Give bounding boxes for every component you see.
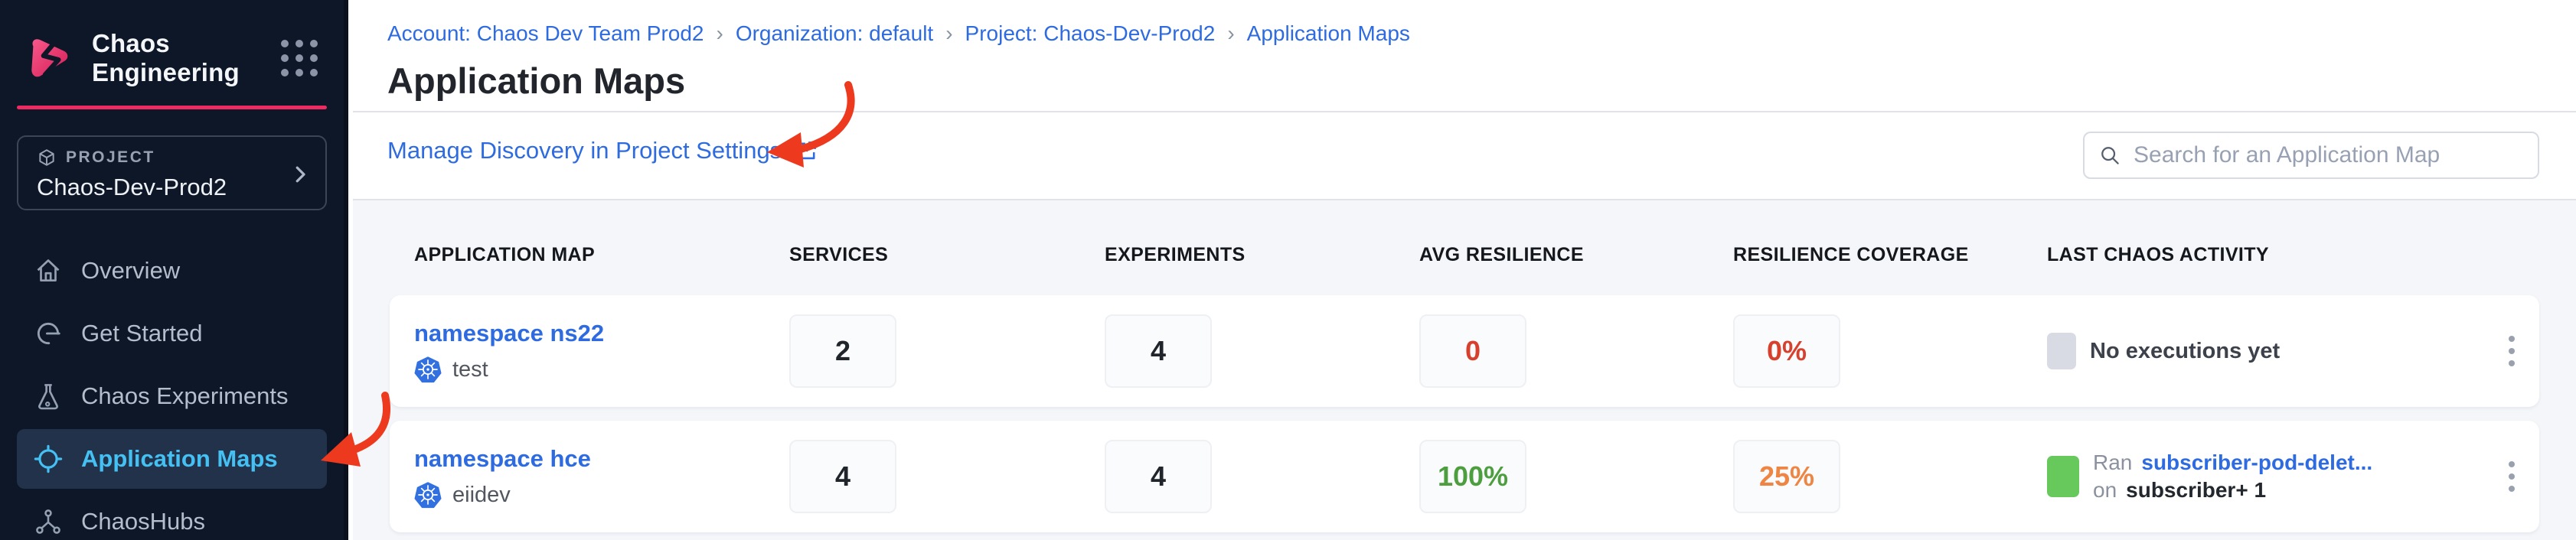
environment-name: eiidev	[452, 483, 511, 508]
avg-resilience-value: 100%	[1419, 440, 1526, 513]
environment-name: test	[452, 357, 488, 382]
column-header-application-map: APPLICATION MAP	[414, 243, 789, 266]
services-count: 2	[789, 314, 896, 388]
breadcrumb-account[interactable]: Account: Chaos Dev Team Prod2	[387, 21, 704, 46]
sidebar-item-overview[interactable]: Overview	[0, 241, 344, 301]
app-switcher-grid-icon[interactable]	[281, 40, 318, 76]
external-link-icon	[794, 138, 820, 164]
kubernetes-icon	[414, 356, 442, 383]
breadcrumb: Account: Chaos Dev Team Prod2 › Organiza…	[353, 0, 2576, 46]
application-map-cell: namespace ns22	[414, 319, 789, 383]
project-label: PROJECT	[66, 148, 155, 167]
harness-chaos-logo-icon	[21, 34, 75, 82]
sidebar-item-chaoshubs[interactable]: ChaosHubs	[0, 492, 344, 540]
breadcrumb-project[interactable]: Project: Chaos-Dev-Prod2	[965, 21, 1216, 46]
resilience-coverage-value: 0%	[1733, 314, 1840, 388]
sidebar-item-label: Application Maps	[81, 445, 278, 473]
app-title: Chaos Engineering	[92, 29, 264, 87]
table-row[interactable]: namespace hce	[390, 421, 2539, 532]
services-count: 4	[789, 440, 896, 513]
activity-on-label: on	[2093, 478, 2117, 503]
resilience-coverage-value: 25%	[1733, 440, 1840, 513]
row-options-menu-icon[interactable]	[2509, 461, 2519, 492]
search-icon	[2098, 144, 2121, 167]
breadcrumb-separator: ›	[1226, 21, 1236, 46]
column-header-experiments: EXPERIMENTS	[1105, 243, 1419, 266]
project-selector[interactable]: PROJECT Chaos-Dev-Prod2	[17, 135, 327, 210]
sidebar-header: Chaos Engineering	[0, 0, 344, 87]
row-options-menu-icon[interactable]	[2509, 336, 2519, 366]
status-square-none	[2047, 333, 2076, 369]
sidebar-item-get-started[interactable]: Get Started	[0, 304, 344, 363]
get-started-icon	[34, 319, 63, 348]
breadcrumb-separator: ›	[944, 21, 954, 46]
project-name: Chaos-Dev-Prod2	[37, 174, 310, 201]
manage-discovery-link[interactable]: Manage Discovery in Project Settings	[387, 137, 820, 164]
table-row[interactable]: namespace ns22	[390, 295, 2539, 407]
activity-ran-label: Ran	[2093, 451, 2132, 475]
column-header-last-chaos-activity: LAST CHAOS ACTIVITY	[2047, 243, 2458, 266]
column-header-resilience-coverage: RESILIENCE COVERAGE	[1733, 243, 2047, 266]
experiments-count: 4	[1105, 440, 1212, 513]
sidebar-item-chaos-experiments[interactable]: Chaos Experiments	[0, 366, 344, 426]
manage-discovery-label: Manage Discovery in Project Settings	[387, 137, 782, 164]
page-title: Application Maps	[353, 46, 2576, 102]
sidebar: Chaos Engineering PROJECT Chaos-Dev-Prod…	[0, 0, 348, 540]
activity-text: No executions yet	[2090, 339, 2280, 364]
breadcrumb-organization[interactable]: Organization: default	[736, 21, 933, 46]
home-icon	[34, 256, 63, 285]
application-map-link[interactable]: namespace ns22	[414, 319, 789, 348]
brand-accent-divider	[17, 106, 327, 109]
status-square-success	[2047, 456, 2079, 497]
search-box	[2083, 132, 2539, 179]
last-chaos-activity-cell: No executions yet	[2047, 333, 2458, 369]
activity-target: subscriber+ 1	[2126, 478, 2266, 503]
experiments-count: 4	[1105, 314, 1212, 388]
main-area: Account: Chaos Dev Team Prod2 › Organiza…	[353, 0, 2576, 540]
toolbar: Manage Discovery in Project Settings	[353, 112, 2576, 199]
search-input[interactable]	[2132, 142, 2524, 169]
target-icon	[34, 444, 63, 473]
breadcrumb-application-maps[interactable]: Application Maps	[1247, 21, 1410, 46]
kubernetes-icon	[414, 481, 442, 509]
sidebar-item-label: Overview	[81, 257, 180, 285]
sidebar-item-label: ChaosHubs	[81, 508, 205, 535]
sidebar-item-application-maps[interactable]: Application Maps	[17, 429, 327, 489]
sidebar-nav: Overview Get Started Chaos Experiments	[0, 241, 344, 540]
breadcrumb-separator: ›	[714, 21, 724, 46]
cube-icon	[37, 148, 57, 168]
last-chaos-activity-cell: Ran subscriber-pod-delet... on subscribe…	[2047, 451, 2458, 503]
sidebar-item-label: Get Started	[81, 320, 203, 347]
application-map-cell: namespace hce	[414, 444, 789, 509]
sidebar-item-label: Chaos Experiments	[81, 382, 289, 410]
column-header-services: SERVICES	[789, 243, 1105, 266]
chevron-right-icon	[289, 163, 312, 186]
experiment-run-link[interactable]: subscriber-pod-delet...	[2141, 451, 2372, 475]
column-header-avg-resilience: AVG RESILIENCE	[1419, 243, 1733, 266]
network-icon	[34, 507, 63, 536]
application-maps-table: APPLICATION MAP SERVICES EXPERIMENTS AVG…	[353, 200, 2576, 540]
table-header-row: APPLICATION MAP SERVICES EXPERIMENTS AVG…	[390, 243, 2539, 266]
chaos-engineering-app: Chaos Engineering PROJECT Chaos-Dev-Prod…	[0, 0, 2576, 540]
avg-resilience-value: 0	[1419, 314, 1526, 388]
application-map-link[interactable]: namespace hce	[414, 444, 789, 473]
flask-icon	[34, 382, 63, 411]
